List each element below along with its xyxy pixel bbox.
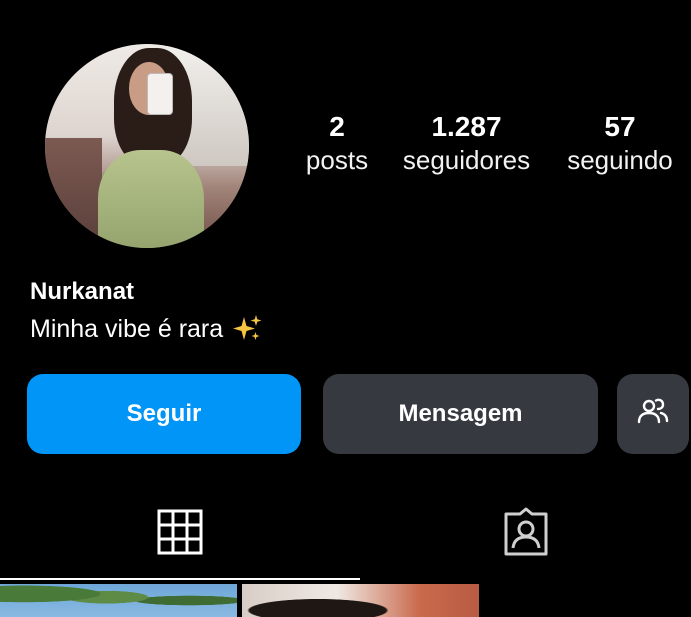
tab-tagged[interactable] bbox=[360, 490, 691, 578]
profile-bio: Minha vibe é rara bbox=[30, 313, 263, 345]
profile-avatar[interactable] bbox=[45, 44, 249, 248]
stat-followers-count[interactable]: 1.287 bbox=[394, 110, 539, 144]
avatar-photo-background bbox=[45, 137, 103, 248]
post-thumbnail[interactable] bbox=[242, 584, 479, 617]
tagged-person-icon bbox=[500, 506, 552, 563]
grid-icon bbox=[156, 508, 204, 561]
suggested-people-button[interactable] bbox=[617, 374, 689, 454]
post-thumbnail[interactable] bbox=[0, 584, 237, 617]
follow-button[interactable]: Seguir bbox=[27, 374, 301, 454]
active-tab-indicator bbox=[0, 578, 360, 580]
add-people-icon bbox=[636, 396, 670, 433]
message-button-label: Mensagem bbox=[398, 400, 523, 427]
follow-button-label: Seguir bbox=[126, 400, 202, 427]
stat-posts: 2 posts bbox=[296, 110, 378, 176]
tab-posts-grid[interactable] bbox=[0, 490, 360, 578]
sparkles-emoji-icon bbox=[231, 313, 263, 345]
stat-following[interactable]: 57 seguindo bbox=[558, 110, 682, 176]
avatar-photo-subject bbox=[98, 150, 205, 248]
stat-followers-label[interactable]: seguidores bbox=[394, 144, 539, 176]
stat-followers[interactable]: 1.287 seguidores bbox=[394, 110, 539, 176]
avatar-photo-phone bbox=[147, 72, 174, 116]
message-button[interactable]: Mensagem bbox=[323, 374, 598, 454]
profile-bio-text: Minha vibe é rara bbox=[30, 314, 224, 343]
stat-following-label[interactable]: seguindo bbox=[558, 144, 682, 176]
profile-username: Nurkanat bbox=[30, 278, 135, 305]
stat-following-count[interactable]: 57 bbox=[558, 110, 682, 144]
stat-posts-count: 2 bbox=[329, 111, 345, 142]
stat-posts-label: posts bbox=[305, 145, 369, 175]
